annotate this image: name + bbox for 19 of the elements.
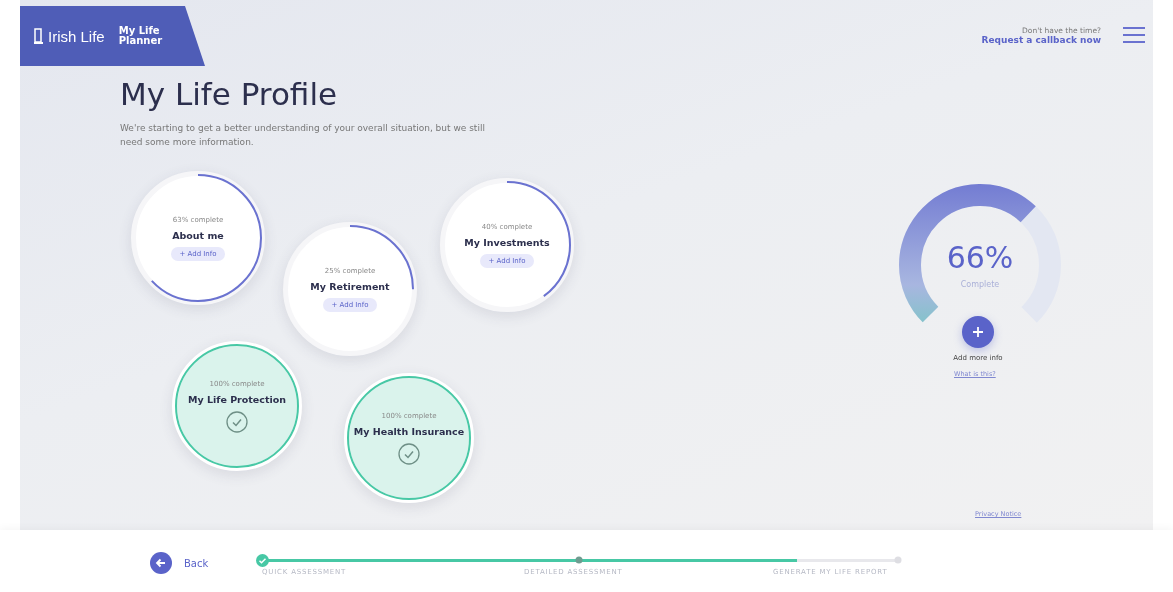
- check-icon: [226, 410, 248, 433]
- section-name: My Investments: [464, 236, 550, 248]
- plus-icon: [972, 326, 984, 338]
- section-name: My Health Insurance: [353, 425, 465, 437]
- section-name: My Retirement: [310, 280, 390, 292]
- section-name: About me: [172, 229, 224, 241]
- completion-percent: 66%: [945, 240, 1015, 275]
- product-name: My Life Planner: [118, 25, 164, 47]
- add-button[interactable]: [962, 316, 994, 348]
- completion-caption: Complete: [959, 280, 1001, 289]
- arrow-left-icon: [150, 552, 172, 574]
- brand-logo[interactable]: Irish Life: [34, 27, 105, 45]
- page-title: My Life Profile: [120, 76, 338, 112]
- back-button[interactable]: Back: [150, 552, 209, 574]
- menu-icon[interactable]: [1123, 26, 1145, 44]
- section-name: My Life Protection: [188, 393, 286, 405]
- check-icon: [398, 442, 420, 465]
- callback-link[interactable]: Request a callback now: [981, 35, 1101, 45]
- intro-text: We're starting to get a better understanding of your overall situation, but we still need some more information.: [120, 122, 486, 149]
